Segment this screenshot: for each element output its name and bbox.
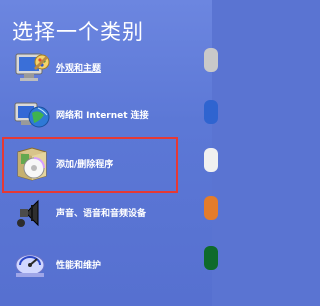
- partial-right-icon: [204, 246, 218, 270]
- category-label: 网络和 Internet 连接: [56, 111, 149, 121]
- performance-maintenance-icon: [12, 247, 52, 283]
- category-label: 性能和维护: [56, 261, 102, 271]
- partial-right-icon: [204, 48, 218, 72]
- category-appearance-themes[interactable]: 外观和主题: [8, 48, 198, 88]
- category-network-internet[interactable]: 网络和 Internet 连接: [8, 95, 198, 135]
- category-performance-maintenance[interactable]: 性能和维护: [8, 245, 198, 285]
- control-panel-category-view: 选择一个类别 外观和主题 网络和 Internet 连接 添加/删除程序 声音、…: [0, 0, 218, 306]
- category-label: 外观和主题: [56, 64, 102, 74]
- selection-highlight-box: [2, 137, 178, 193]
- network-internet-icon: [12, 97, 52, 133]
- partial-right-icon: [204, 148, 218, 172]
- appearance-themes-icon: [12, 50, 52, 86]
- sounds-audio-icon: [12, 195, 52, 231]
- partial-right-icon: [204, 100, 218, 124]
- category-sounds-audio[interactable]: 声音、语音和音频设备: [8, 193, 198, 233]
- page-title: 选择一个类别: [12, 20, 144, 44]
- category-label: 声音、语音和音频设备: [56, 209, 147, 219]
- partial-right-icon: [204, 196, 218, 220]
